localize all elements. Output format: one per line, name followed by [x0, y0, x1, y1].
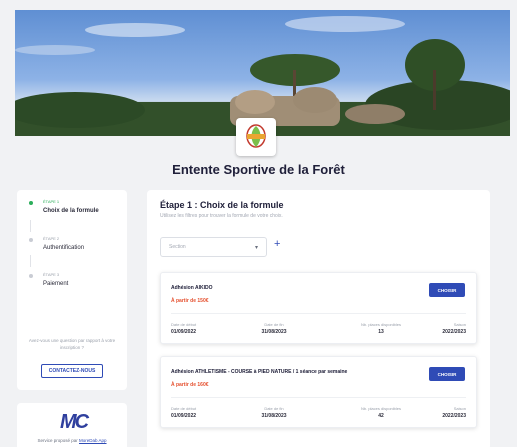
season-value: 2022/2023: [442, 329, 466, 335]
card-divider: [171, 313, 466, 314]
places-label: Nb. places disponibles: [360, 406, 402, 411]
step-label: Authentification: [43, 245, 85, 251]
add-filter-button[interactable]: +: [274, 239, 280, 250]
season: Saison 2022/2023: [436, 322, 466, 335]
mc-logo: MC: [60, 411, 89, 433]
chevron-down-icon: ▾: [254, 244, 258, 251]
step-eyebrow: ÉTAPE 1: [43, 199, 60, 204]
places-available: Nb. places disponibles 13: [351, 322, 411, 335]
step-dot: [29, 201, 33, 205]
season: Saison 2022/2023: [436, 406, 466, 419]
end-date: Date de fin 31/08/2023: [257, 406, 291, 419]
start-date-value: 01/09/2022: [171, 329, 197, 335]
end-date-value: 31/08/2023: [261, 413, 287, 419]
end-date-label: Date de fin: [264, 322, 284, 327]
choose-button[interactable]: CHOISIR: [429, 283, 465, 297]
main-panel: Étape 1 : Choix de la formule Utilisez l…: [147, 190, 490, 447]
page-subtitle: Utilisez les filtres pour trouver la for…: [160, 213, 283, 219]
choose-button[interactable]: CHOISIR: [429, 367, 465, 381]
step-eyebrow: ÉTAPE 2: [43, 236, 60, 241]
formula-name: Adhésion AIKIDO: [171, 285, 213, 291]
powered-text: Service proposé par MoreDab App: [17, 438, 127, 443]
formula-card: Adhésion AIKIDO À partir de 150€ CHOISIR…: [160, 272, 477, 344]
step-connector: [30, 220, 31, 232]
places-value: 42: [378, 413, 384, 419]
formula-price: À partir de 150€: [171, 298, 209, 304]
places-available: Nb. places disponibles 42: [351, 406, 411, 419]
step-label: Choix de la formule: [43, 208, 99, 214]
card-divider: [171, 397, 466, 398]
step-dot: [29, 238, 33, 242]
start-date-label: Date de début: [171, 406, 197, 411]
powered-prefix: Service proposé par: [37, 438, 79, 443]
season-value: 2022/2023: [442, 413, 466, 419]
end-date-value: 31/08/2023: [261, 329, 287, 335]
places-label: Nb. places disponibles: [360, 322, 402, 327]
start-date-value: 01/09/2022: [171, 413, 197, 419]
start-date: Date de début 01/09/2022: [171, 406, 201, 419]
powered-by-panel: MC Service proposé par MoreDab App: [17, 403, 127, 447]
step-connector: [30, 255, 31, 267]
season-label: Saison: [453, 406, 466, 411]
club-name: Entente Sportive de la Forêt: [172, 162, 345, 177]
powered-link[interactable]: MoreDab App: [79, 438, 107, 443]
contact-button[interactable]: CONTACTEZ-NOUS: [41, 364, 103, 378]
step-eyebrow: ÉTAPE 3: [43, 272, 60, 277]
end-date: Date de fin 31/08/2023: [257, 322, 291, 335]
section-select[interactable]: Section ▾: [160, 237, 267, 257]
step-dot: [29, 274, 33, 278]
help-question: Avez-vous une question par rapport à vot…: [28, 338, 116, 350]
formula-card: Adhésion ATHLETISME - COURSE à PIED NATU…: [160, 356, 477, 428]
season-label: Saison: [453, 322, 466, 327]
start-date: Date de début 01/09/2022: [171, 322, 201, 335]
page-title: Étape 1 : Choix de la formule: [160, 200, 284, 210]
places-value: 13: [378, 329, 384, 335]
start-date-label: Date de début: [171, 322, 197, 327]
step-label: Paiement: [43, 281, 69, 287]
stepper-panel: ÉTAPE 1 Choix de la formule ÉTAPE 2 Auth…: [17, 190, 127, 390]
formula-name: Adhésion ATHLETISME - COURSE à PIED NATU…: [171, 369, 348, 375]
club-logo: [236, 118, 276, 156]
formula-price: À partir de 160€: [171, 382, 209, 388]
end-date-label: Date de fin: [264, 406, 284, 411]
section-placeholder: Section: [169, 244, 186, 250]
